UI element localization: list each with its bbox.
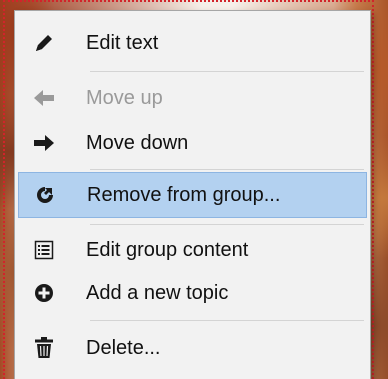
menu-item-remove-from-group[interactable]: Remove from group...: [18, 172, 367, 218]
pencil-icon: [18, 32, 70, 54]
menu-item-label: Remove from group...: [87, 183, 281, 206]
menu-separator: [90, 224, 364, 225]
arrow-left-icon: [18, 88, 70, 108]
share-out-icon: [19, 184, 71, 206]
menu-item-label: Move up: [86, 86, 163, 109]
menu-separator: [90, 320, 364, 321]
menu-item-delete[interactable]: Delete...: [18, 325, 367, 371]
menu-item-label: Move down: [86, 131, 189, 154]
arrow-right-icon: [18, 133, 70, 153]
menu-item-move-up[interactable]: Move up: [18, 75, 367, 121]
menu-item-label: Edit text: [86, 31, 159, 54]
trash-icon: [18, 336, 70, 360]
menu-item-label: Delete...: [86, 336, 161, 359]
list-icon: [18, 239, 70, 261]
menu-item-add-new-topic[interactable]: Add a new topic: [18, 270, 367, 316]
menu-item-edit-group-content[interactable]: Edit group content: [18, 227, 367, 273]
menu-item-edit-text[interactable]: Edit text: [18, 20, 367, 66]
menu-item-move-down[interactable]: Move down: [18, 120, 367, 166]
context-menu: Edit text Move up Move down Remove from …: [14, 10, 371, 379]
menu-separator: [90, 71, 364, 72]
menu-separator: [90, 169, 364, 170]
menu-item-label: Add a new topic: [86, 281, 229, 304]
menu-item-label: Edit group content: [86, 238, 249, 261]
plus-circle-icon: [18, 282, 70, 304]
